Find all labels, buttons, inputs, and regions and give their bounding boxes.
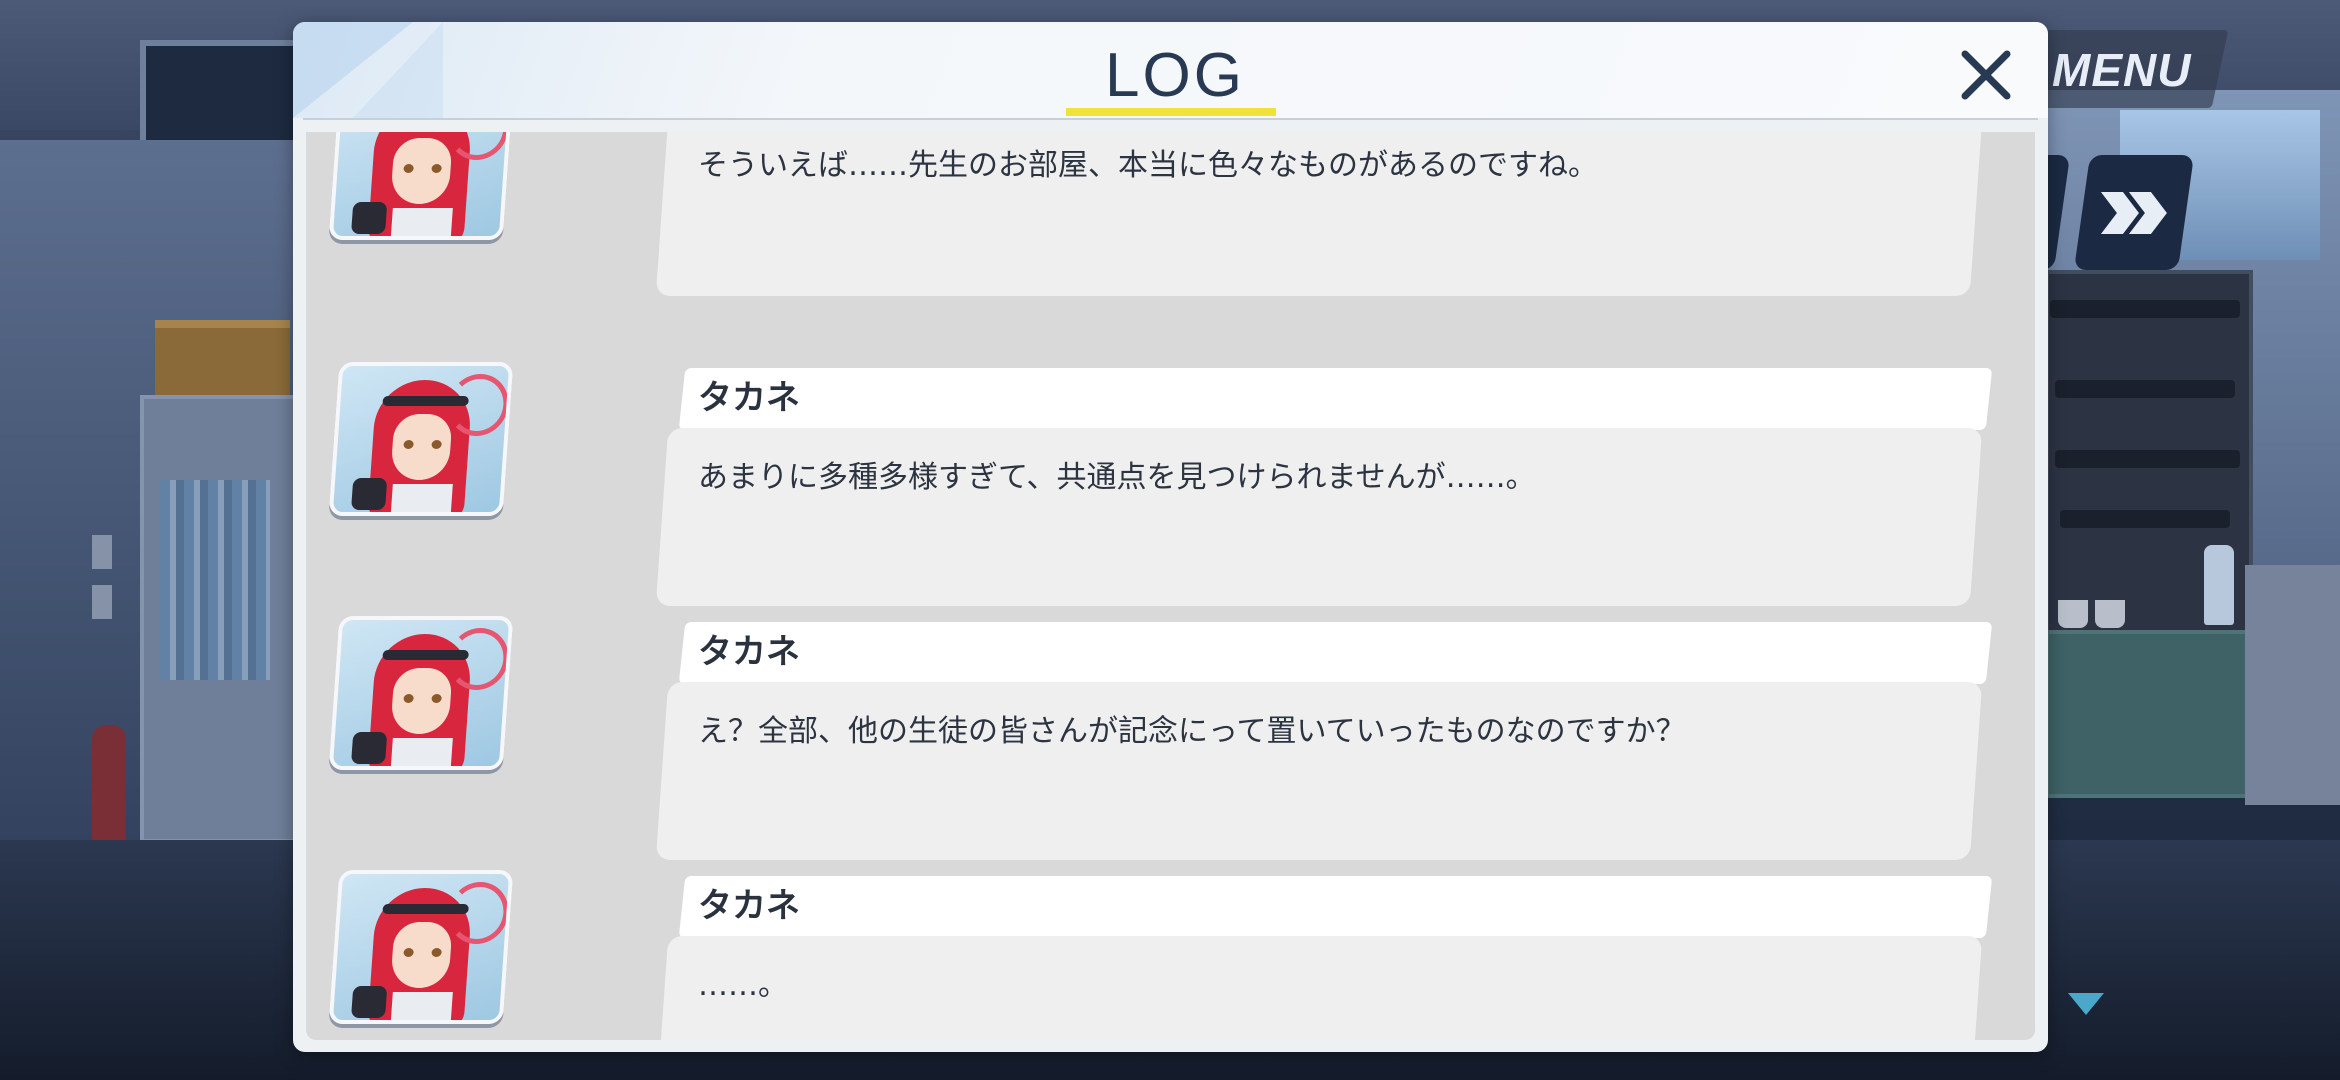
message-text: え？全部、他の生徒の皆さんが記念にって置いていったものなのですか？ — [698, 714, 1686, 749]
close-icon — [1961, 50, 2011, 100]
shelf-books — [160, 480, 270, 680]
log-entry: タカネ え？全部、他の生徒の皆さんが記念にって置いていったものなのですか？ — [306, 616, 2035, 862]
log-list[interactable]: そういえば……先生のお部屋、本当に色々なものがあるのですね。 タカネ あまりに多… — [306, 132, 2035, 1040]
weapon-rack-item — [2055, 450, 2240, 468]
wall-switch — [92, 535, 112, 569]
message-text: そういえば……先生のお部屋、本当に色々なものがあるのですね。 — [698, 148, 1598, 183]
log-entry: タカネ ……。 — [306, 870, 2035, 1040]
header-divider — [303, 118, 2038, 120]
cup — [2095, 600, 2125, 628]
log-entry: タカネ あまりに多種多様すぎて、共通点を見つけられませんが……。 — [306, 362, 2035, 608]
fast-forward-icon — [2101, 191, 2167, 234]
weapon-rack-item — [2050, 300, 2240, 318]
character-avatar — [328, 132, 514, 240]
character-avatar — [328, 616, 514, 770]
log-panel: LOG そういえば……先生のお部屋、本当に色々なものがあるのですね。 タカネ あ… — [293, 22, 2048, 1052]
fire-extinguisher — [92, 725, 126, 855]
speaker-name: タカネ — [698, 632, 800, 672]
log-header: LOG — [293, 22, 2048, 118]
fridge — [2245, 565, 2340, 805]
cabinet — [2045, 630, 2263, 798]
character-avatar — [328, 870, 514, 1024]
page-title: LOG — [1105, 41, 1245, 110]
title-underline — [1066, 108, 1276, 116]
close-button[interactable] — [1951, 40, 2021, 110]
weapon-rack-item — [2060, 510, 2230, 528]
cup — [2058, 600, 2088, 628]
water-bottle — [2204, 545, 2234, 625]
message-text: ……。 — [698, 968, 788, 1003]
speaker-name: タカネ — [698, 886, 800, 926]
character-avatar — [328, 362, 514, 516]
triangle-down-icon — [2068, 993, 2104, 1015]
skip-button[interactable] — [2073, 155, 2195, 270]
weapon-rack-item — [2055, 380, 2235, 398]
message-text: あまりに多種多様すぎて、共通点を見つけられませんが……。 — [698, 460, 1536, 495]
log-entry: そういえば……先生のお部屋、本当に色々なものがあるのですね。 — [306, 132, 2035, 296]
header-decoration — [353, 22, 443, 118]
menu-button-label[interactable]: MENU — [2052, 42, 2212, 98]
speaker-name: タカネ — [698, 378, 800, 418]
wall-switch — [92, 585, 112, 619]
